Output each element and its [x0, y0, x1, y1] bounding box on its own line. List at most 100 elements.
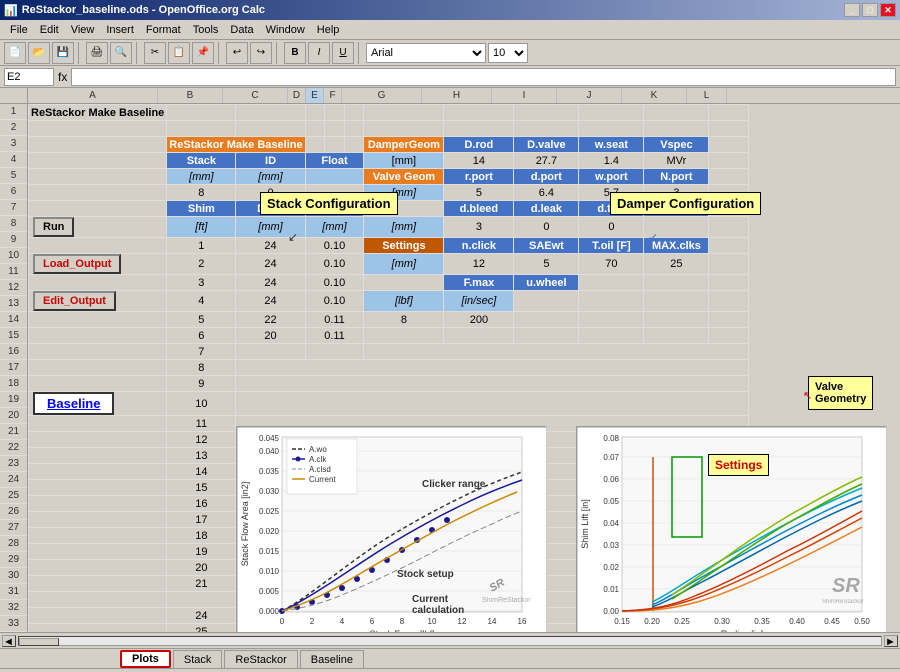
col-header-h[interactable]: H — [422, 88, 492, 103]
cell-j11[interactable] — [579, 275, 644, 291]
cell-a2[interactable] — [29, 121, 167, 137]
cell-c11[interactable]: 24 — [236, 275, 305, 291]
cell-h8[interactable]: 3 — [444, 217, 514, 238]
cell-b4[interactable]: Stack — [167, 153, 236, 169]
cell-a25[interactable] — [29, 512, 167, 528]
cell-a27[interactable] — [29, 544, 167, 560]
cell-h12[interactable]: [in/sec] — [444, 291, 514, 312]
cell-d13[interactable]: 0.11 — [305, 312, 364, 328]
cell-a30[interactable] — [29, 592, 167, 608]
cell-a29[interactable] — [29, 576, 167, 592]
cell-reference[interactable] — [4, 68, 54, 86]
cell-c2[interactable] — [236, 121, 305, 137]
cell-a23[interactable] — [29, 480, 167, 496]
cell-d9[interactable]: 0.10 — [305, 238, 364, 254]
cell-a21[interactable] — [29, 448, 167, 464]
cell-b28[interactable]: 20 — [167, 560, 236, 576]
cell-g14[interactable] — [364, 328, 444, 344]
cell-d10[interactable]: 0.10 — [305, 254, 364, 275]
cell-j8[interactable]: 0 — [579, 217, 644, 238]
cell-l5[interactable] — [709, 169, 749, 185]
bold-button[interactable]: B — [284, 42, 306, 64]
cell-b27[interactable]: 19 — [167, 544, 236, 560]
cell-i13[interactable] — [514, 312, 579, 328]
cell-a32[interactable] — [29, 624, 167, 633]
cell-i7[interactable]: d.leak — [514, 201, 579, 217]
cell-d12[interactable]: 0.10 — [305, 291, 364, 312]
cell-d2[interactable] — [305, 121, 325, 137]
cell-c13[interactable]: 22 — [236, 312, 305, 328]
cell-i10[interactable]: 5 — [514, 254, 579, 275]
cell-j5[interactable]: w.port — [579, 169, 644, 185]
cell-l13[interactable] — [709, 312, 749, 328]
cell-f2[interactable] — [344, 121, 364, 137]
cell-i12[interactable] — [514, 291, 579, 312]
cell-b11[interactable]: 3 — [167, 275, 236, 291]
cell-b15[interactable]: 7 — [167, 344, 236, 360]
cell-j13[interactable] — [579, 312, 644, 328]
cell-i1[interactable] — [514, 105, 579, 121]
cell-a1[interactable]: ReStackor Make Baseline — [29, 105, 167, 121]
cell-c5[interactable]: [mm] — [236, 169, 305, 185]
cell-h1[interactable] — [444, 105, 514, 121]
cell-b30[interactable] — [167, 592, 236, 608]
cell-a15[interactable] — [29, 344, 167, 360]
cell-h7[interactable]: d.bleed — [444, 201, 514, 217]
col-header-k[interactable]: K — [622, 88, 687, 103]
cell-b21[interactable]: 13 — [167, 448, 236, 464]
cell-i5[interactable]: d.port — [514, 169, 579, 185]
cell-c12[interactable]: 24 — [236, 291, 305, 312]
cell-a5[interactable] — [29, 169, 167, 185]
print-button[interactable]: 🖨 — [86, 42, 108, 64]
cell-a20[interactable] — [29, 432, 167, 448]
cell-h10[interactable]: 12 — [444, 254, 514, 275]
cell-e3[interactable] — [325, 137, 345, 153]
col-header-e[interactable]: E — [306, 88, 324, 103]
cell-i11[interactable]: u.wheel — [514, 275, 579, 291]
cell-i3[interactable]: D.valve — [514, 137, 579, 153]
scroll-track[interactable] — [18, 636, 882, 646]
col-header-j[interactable]: J — [557, 88, 622, 103]
cell-d11[interactable]: 0.10 — [305, 275, 364, 291]
cell-a19[interactable] — [29, 416, 167, 432]
cell-f1[interactable] — [344, 105, 364, 121]
col-header-a[interactable]: A — [28, 88, 158, 103]
cell-g11[interactable] — [364, 275, 444, 291]
cell-h4[interactable]: 14 — [444, 153, 514, 169]
menu-insert[interactable]: Insert — [100, 23, 140, 37]
cell-a24[interactable] — [29, 496, 167, 512]
cell-a3[interactable] — [29, 137, 167, 153]
paste-button[interactable]: 📌 — [192, 42, 214, 64]
cell-a11[interactable] — [29, 275, 167, 291]
cell-h3[interactable]: D.rod — [444, 137, 514, 153]
menu-data[interactable]: Data — [224, 23, 259, 37]
font-selector[interactable]: Arial — [366, 43, 486, 63]
cell-c1[interactable] — [236, 105, 305, 121]
cell-k11[interactable] — [644, 275, 709, 291]
cell-b7[interactable]: Shim — [167, 201, 236, 217]
cell-a10[interactable]: Load_Output — [29, 254, 167, 275]
cell-h14[interactable] — [444, 328, 514, 344]
menu-window[interactable]: Window — [260, 23, 311, 37]
cell-j14[interactable] — [579, 328, 644, 344]
cell-b19[interactable]: 11 — [167, 416, 236, 432]
cell-b8[interactable]: [ft] — [167, 217, 236, 238]
cell-b18[interactable]: 10 — [167, 392, 236, 416]
cell-l4[interactable] — [709, 153, 749, 169]
cell-k12[interactable] — [644, 291, 709, 312]
cell-a4[interactable] — [29, 153, 167, 169]
cell-h11[interactable]: F.max — [444, 275, 514, 291]
cell-i14[interactable] — [514, 328, 579, 344]
cell-b26[interactable]: 18 — [167, 528, 236, 544]
cell-g9[interactable]: Settings — [364, 238, 444, 254]
cell-b12[interactable]: 4 — [167, 291, 236, 312]
cell-e2[interactable] — [325, 121, 345, 137]
tab-stack[interactable]: Stack — [173, 650, 223, 668]
cell-j2[interactable] — [579, 121, 644, 137]
cell-i8[interactable]: 0 — [514, 217, 579, 238]
cell-b1[interactable] — [167, 105, 236, 121]
cell-a8[interactable]: Run — [29, 217, 167, 238]
tab-plots[interactable]: Plots — [120, 650, 171, 668]
col-header-g[interactable]: G — [342, 88, 422, 103]
cell-d1[interactable] — [305, 105, 325, 121]
